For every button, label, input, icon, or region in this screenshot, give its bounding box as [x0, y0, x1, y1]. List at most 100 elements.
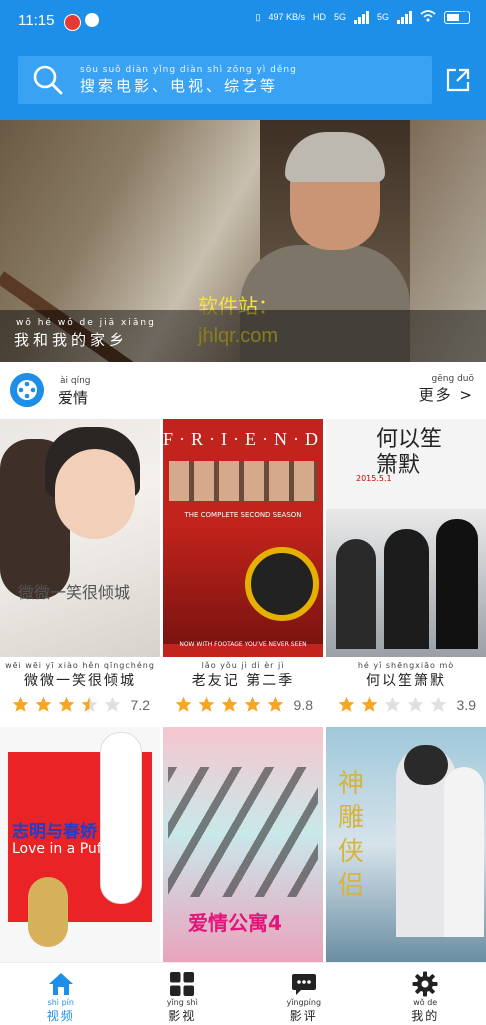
star-icon: [361, 696, 378, 713]
nav-pinyin: shì pín: [48, 998, 74, 1007]
movie-title-pinyin: hé yǐ shēngxiāo mò: [326, 661, 486, 670]
movie-card[interactable]: 神雕侠侣: [326, 727, 486, 962]
movie-poster[interactable]: 神雕侠侣: [326, 727, 486, 962]
status-bar: 11:15 ▯ 497 KB/s HD 5G 5G 87: [0, 0, 486, 42]
movie-title: 微微一笑很倾城: [0, 670, 160, 690]
wifi-icon: [420, 10, 436, 24]
star-icon: [430, 696, 447, 713]
search-icon: [32, 64, 64, 96]
more-label: 更多 >: [419, 386, 474, 404]
movie-poster[interactable]: 爱情公寓4: [163, 727, 323, 962]
gear-icon: [412, 971, 438, 997]
top-bar: sōu suǒ diàn yǐng diàn shì zōng yì děng …: [0, 42, 486, 120]
featured-banner[interactable]: 软件站： jhlqr.com wǒ hé wǒ de jiā xiāng 我和我…: [0, 120, 486, 362]
more-pinyin: gēng duō: [419, 374, 474, 384]
star-icon: [35, 696, 52, 713]
star-icon: [384, 696, 401, 713]
poster-cast-row: [169, 461, 317, 501]
chat-icon: [291, 971, 317, 997]
grid-icon: [169, 971, 195, 997]
star-icon: [104, 696, 121, 713]
star-icon: [175, 696, 192, 713]
film-reel-icon: [10, 373, 44, 407]
movie-card[interactable]: 志明与春娇 Love in a Puff: [0, 727, 160, 962]
movie-poster[interactable]: 微微一笑很倾城: [0, 419, 160, 657]
poster-cast: [168, 767, 318, 897]
poster-title-art: 志明与春娇: [12, 817, 97, 842]
poster-figure: [444, 767, 484, 937]
movie-title-pinyin: wēi wēi yī xiào hěn qīngchéng: [0, 661, 160, 670]
poster-figure: [28, 877, 68, 947]
star-icon: [58, 696, 75, 713]
bottom-nav: shì pín 视频 yǐng shì 影视 yǐngpíng 影评: [0, 962, 486, 1025]
signal-5g-1: 5G: [334, 12, 346, 22]
net-speed: 497 KB/s: [268, 12, 305, 22]
star-icon: [198, 696, 215, 713]
nav-pinyin: wǒ de: [413, 998, 437, 1007]
nav-label: 影评: [290, 1007, 318, 1024]
poster-frame: [245, 547, 319, 621]
nav-pinyin: yǐngpíng: [286, 998, 321, 1007]
movie-title-pinyin: lǎo yǒu jì dì èr jì: [163, 661, 323, 670]
banner-title: 我和我的家乡: [14, 329, 128, 350]
movie-rating: 9.8: [175, 696, 323, 713]
star-icon: [338, 696, 355, 713]
clock: 11:15: [18, 12, 54, 29]
nav-pinyin: yǐng shì: [167, 998, 198, 1007]
banner-caption: wǒ hé wǒ de jiā xiāng 我和我的家乡: [0, 310, 486, 362]
section-title-pinyin: ài qíng: [60, 376, 91, 386]
movie-score: 7.2: [131, 697, 150, 713]
movie-poster[interactable]: 志明与春娇 Love in a Puff: [0, 727, 160, 962]
home-icon: [48, 971, 74, 997]
notification-q-icon: [85, 13, 99, 27]
poster-title-art: 神雕侠侣: [338, 767, 368, 903]
nav-video[interactable]: shì pín 视频: [0, 963, 122, 1025]
poster-title-art: 爱情公寓4: [188, 907, 282, 936]
status-icons: ▯ 497 KB/s HD 5G 5G 87: [255, 10, 470, 24]
nav-mine[interactable]: wǒ de 我的: [365, 963, 486, 1025]
nav-movies[interactable]: yǐng shì 影视: [122, 963, 244, 1025]
movie-rating: 7.2: [12, 696, 160, 713]
movie-card[interactable]: 微微一笑很倾城 wēi wēi yī xiào hěn qīngchéng 微微…: [0, 419, 160, 713]
star-icon: [81, 696, 98, 713]
poster-date: 2015.5.1: [356, 474, 392, 483]
share-icon[interactable]: [444, 66, 472, 94]
movie-score: 3.9: [457, 697, 476, 713]
poster-figure: [404, 745, 448, 785]
poster-subtitle: THE COMPLETE SECOND SEASON: [163, 511, 323, 519]
poster-title-art: 何以笙箫默: [376, 427, 446, 479]
hd-badge: HD: [313, 12, 326, 22]
movie-title: 何以笙箫默: [326, 670, 486, 690]
movie-poster[interactable]: 何以笙箫默 2015.5.1: [326, 419, 486, 657]
poster-tagline: NOW WITH FOOTAGE YOU'VE NEVER SEEN: [163, 641, 323, 648]
signal-bars-icon: [354, 10, 369, 24]
poster-title-art: 微微一笑很倾城: [18, 579, 130, 603]
nav-reviews[interactable]: yǐngpíng 影评: [243, 963, 365, 1025]
poster-subtitle: Love in a Puff: [12, 841, 106, 857]
poster-figure: [55, 449, 135, 539]
movie-card[interactable]: F·R·I·E·N·D·S THE COMPLETE SECOND SEASON…: [163, 419, 323, 713]
movie-card[interactable]: 爱情公寓4: [163, 727, 323, 962]
nav-label: 影视: [168, 1007, 196, 1024]
notification-app-icon: [64, 14, 81, 31]
movie-poster[interactable]: F·R·I·E·N·D·S THE COMPLETE SECOND SEASON…: [163, 419, 323, 657]
vibrate-icon: ▯: [255, 12, 260, 23]
nav-label: 视频: [47, 1007, 75, 1024]
movie-score: 9.8: [294, 697, 313, 713]
search-input[interactable]: sōu suǒ diàn yǐng diàn shì zōng yì děng …: [18, 56, 432, 104]
poster-title-art: F·R·I·E·N·D·S: [163, 429, 323, 450]
signal-bars-icon-2: [397, 10, 412, 24]
poster-cast: [326, 509, 486, 657]
nav-label: 我的: [411, 1007, 439, 1024]
more-link[interactable]: gēng duō 更多 >: [419, 374, 474, 405]
star-icon: [244, 696, 261, 713]
section-header-romance: ài qíng 爱情 gēng duō 更多 >: [0, 368, 486, 412]
star-icon: [221, 696, 238, 713]
star-icon: [12, 696, 29, 713]
movie-card[interactable]: 何以笙箫默 2015.5.1 hé yǐ shēngxiāo mò 何以笙箫默 …: [326, 419, 486, 713]
movie-rating: 3.9: [338, 696, 486, 713]
star-icon: [267, 696, 284, 713]
movie-title: 老友记 第二季: [163, 670, 323, 690]
banner-title-pinyin: wǒ hé wǒ de jiā xiāng: [16, 318, 156, 328]
poster-figure: [100, 732, 142, 904]
